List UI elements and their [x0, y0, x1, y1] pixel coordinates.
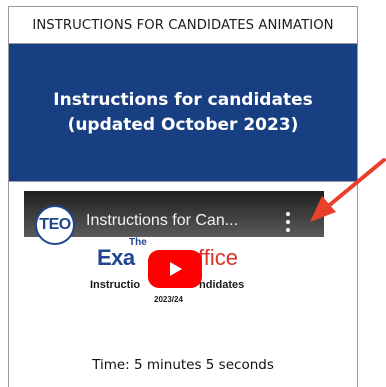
more-options-icon[interactable]: [282, 212, 294, 232]
thumbnail-subtitle-right: ndidates: [199, 279, 245, 291]
channel-logo-text: TEO: [39, 216, 71, 233]
thumbnail-year: 2023/24: [154, 295, 183, 304]
video-player[interactable]: TEO Instructions for Can... The Exa ffic…: [24, 191, 324, 321]
thumbnail-logo-left: Exa: [97, 245, 135, 270]
hero-title: Instructions for candidates (updated Oct…: [53, 89, 313, 135]
thumbnail-subtitle-left: Instructio: [90, 279, 141, 291]
play-button[interactable]: [148, 250, 202, 288]
channel-logo[interactable]: TEO: [35, 205, 75, 245]
video-duration: Time: 5 minutes 5 seconds: [92, 357, 274, 373]
thumbnail-logo-right: ffice: [198, 245, 238, 270]
video-title[interactable]: Instructions for Can...: [86, 212, 286, 230]
page-title: INSTRUCTIONS FOR CANDIDATES ANIMATION: [9, 7, 357, 44]
play-icon: [170, 262, 182, 276]
annotation-arrow-icon: [310, 158, 386, 222]
